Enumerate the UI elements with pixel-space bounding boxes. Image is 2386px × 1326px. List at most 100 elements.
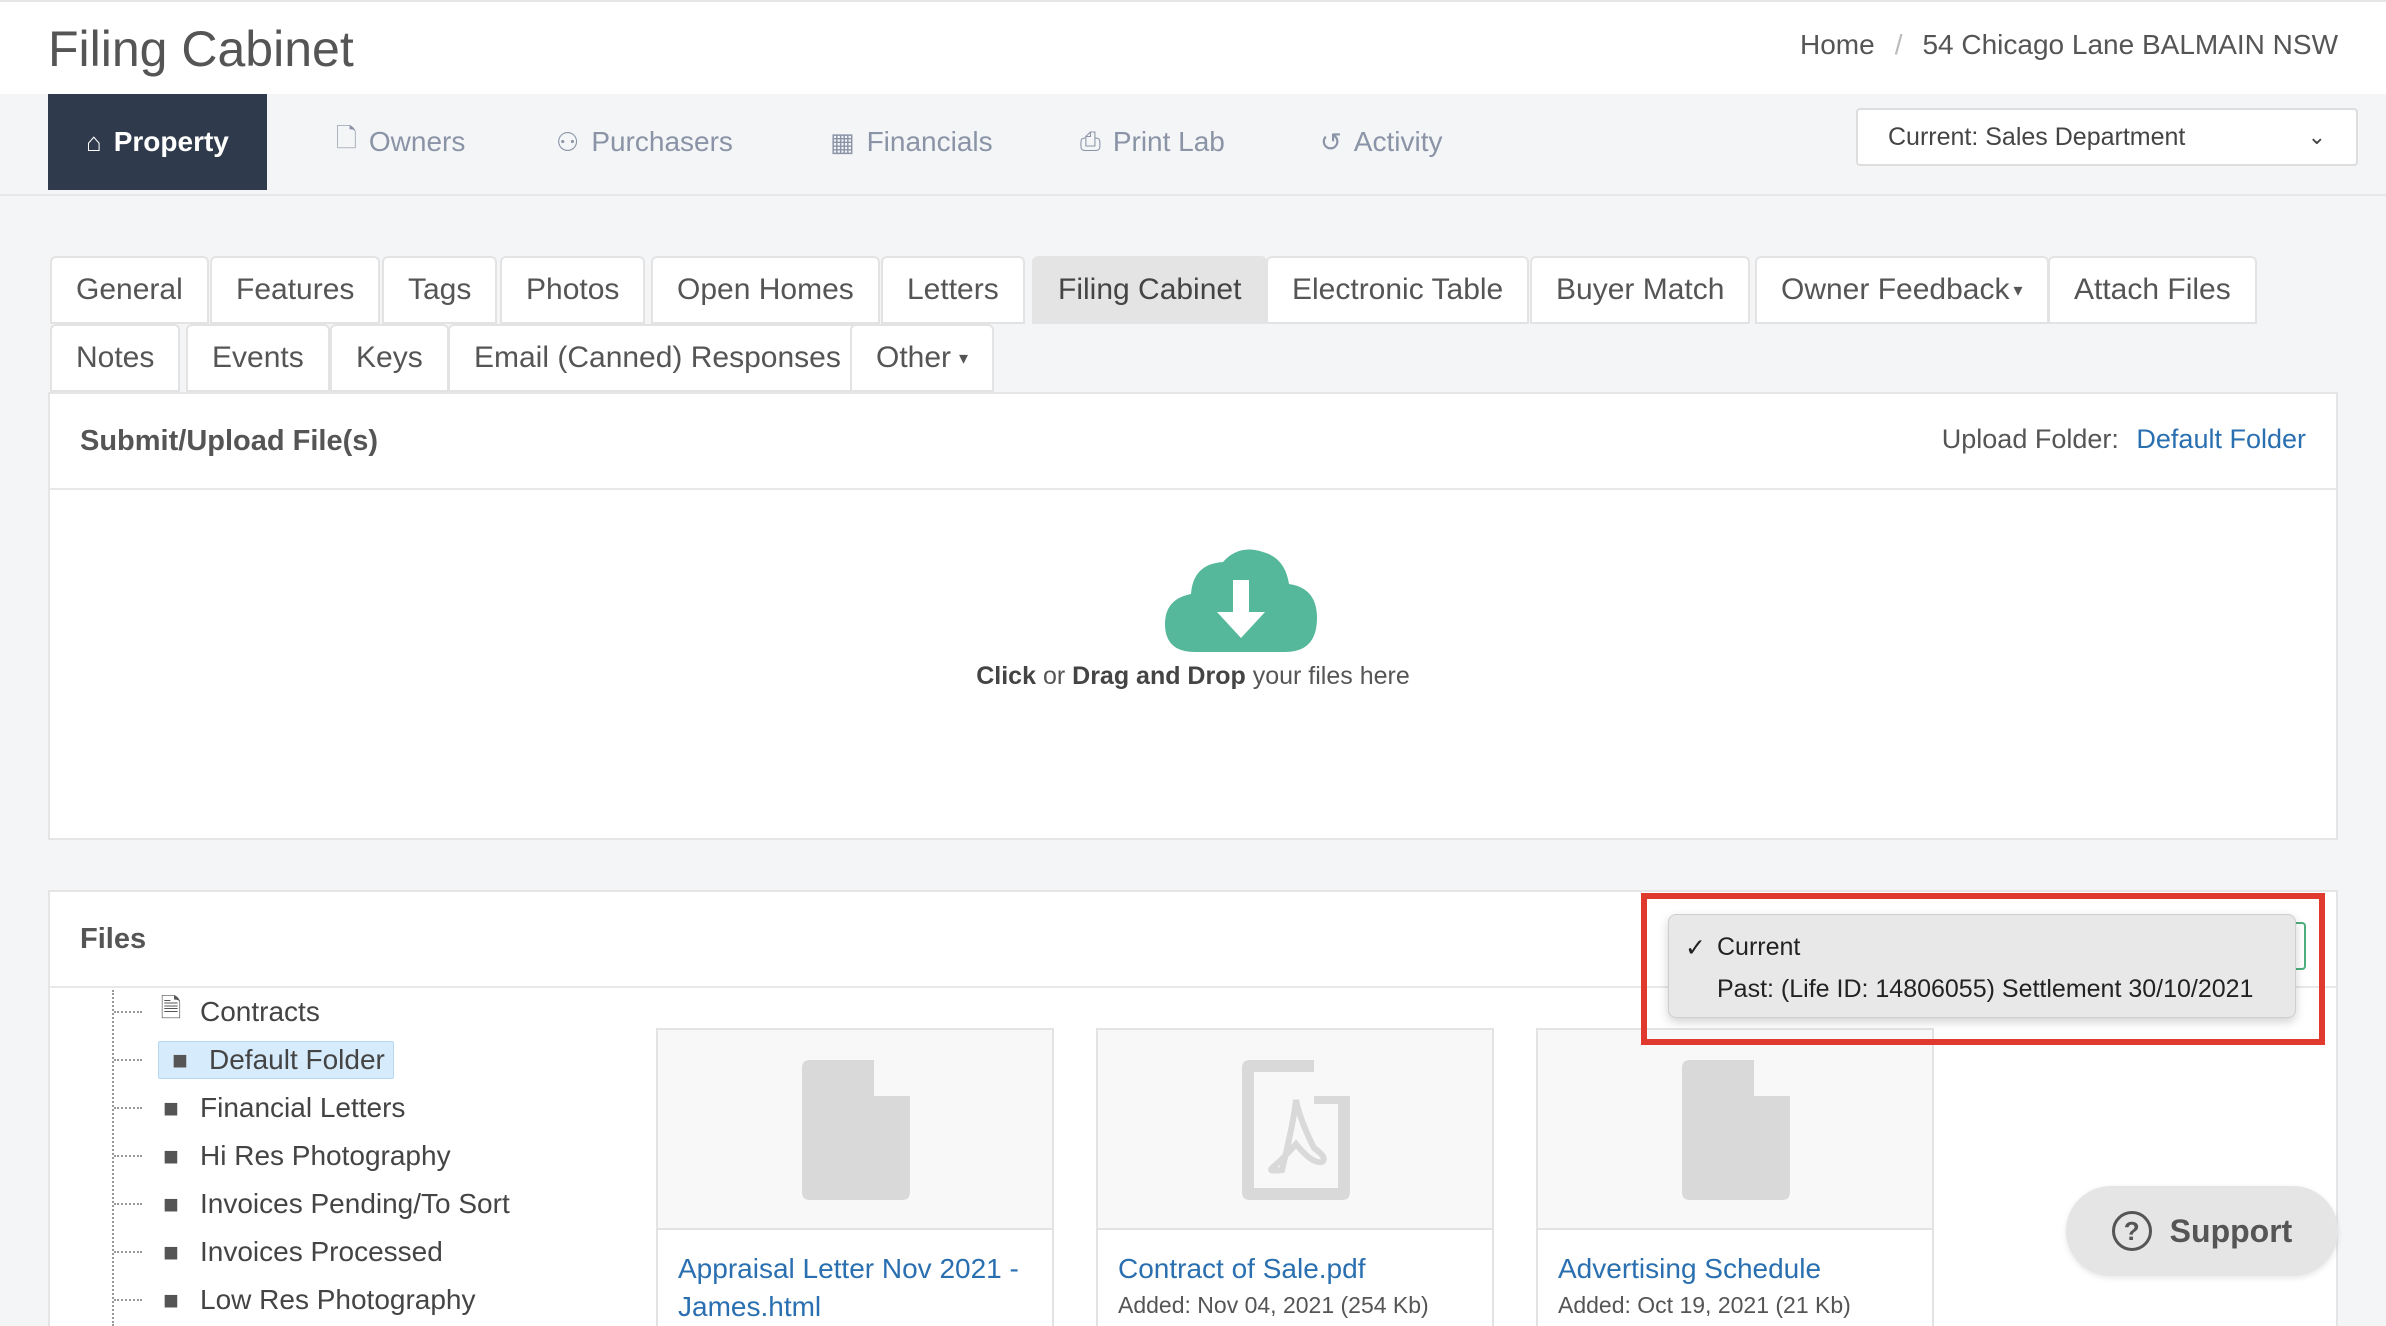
department-select[interactable]: Current: Sales Department ⌄ [1856, 108, 2358, 166]
folder-label: Hi Res Photography [200, 1140, 451, 1171]
tab-purchasers[interactable]: ⚇ Purchasers [556, 94, 733, 190]
subtab-email-responses[interactable]: Email (Canned) Responses [448, 324, 867, 392]
users-icon: ⚇ [556, 126, 580, 157]
folder-icon: ■ [163, 1236, 179, 1267]
file-name-link[interactable]: Appraisal Letter Nov 2021 - James.html [658, 1230, 1052, 1326]
tab-financials[interactable]: ▦ Financials [830, 94, 993, 190]
chevron-down-icon: ⌄ [2307, 124, 2326, 149]
folder-icon: ■ [163, 1140, 179, 1171]
file-meta: Added: Oct 19, 2021 (21 Kb) [1558, 1292, 1851, 1318]
tab-activity[interactable]: ↺ Activity [1320, 94, 1442, 190]
caret-down-icon: ▾ [959, 347, 969, 368]
folder-label: Financial Letters [200, 1092, 406, 1123]
folder-invoices-pending[interactable]: ■ Invoices Pending/To Sort [114, 1182, 510, 1226]
subtab-keys[interactable]: Keys [330, 324, 449, 392]
upload-panel-header: Submit/Upload File(s) Upload Folder: Def… [50, 394, 2336, 490]
support-button-label: Support [2169, 1212, 2293, 1249]
tab-owners-label: Owners [368, 126, 466, 157]
breadcrumb-property[interactable]: 54 Chicago Lane BALMAIN NSW [1922, 29, 2338, 61]
subtab-general[interactable]: General [50, 256, 209, 324]
tab-print-lab[interactable]: ⎙ Print Lab [1080, 94, 1225, 190]
folder-label: Contracts [200, 996, 320, 1027]
folder-invoices-processed[interactable]: ■ Invoices Processed [114, 1230, 443, 1274]
upload-folder-link[interactable]: Default Folder [2136, 424, 2306, 454]
subtab-tags[interactable]: Tags [382, 256, 498, 324]
tab-property-label: Property [113, 126, 229, 157]
tree-connector [114, 1203, 142, 1205]
dropzone-or-text: or [1042, 662, 1066, 690]
folder-label: Default Folder [209, 1044, 385, 1075]
page-title: Filing Cabinet [48, 21, 354, 77]
dropzone-text: Click or Drag and Drop your files here [50, 662, 2336, 691]
folder-icon: ■ [163, 1188, 179, 1219]
tab-owners[interactable]: 🗋 Owners [336, 94, 465, 190]
subtab-filing-cabinet[interactable]: Filing Cabinet [1032, 256, 1268, 324]
tree-connector [114, 1251, 142, 1253]
folder-label: Low Res Photography [200, 1284, 476, 1315]
subtab-open-homes[interactable]: Open Homes [651, 256, 880, 324]
subtab-events[interactable]: Events [186, 324, 330, 392]
breadcrumb-separator: / [1894, 29, 1903, 60]
breadcrumb-home[interactable]: Home [1800, 29, 1875, 61]
help-circle-icon: ? [2111, 1211, 2152, 1251]
subtab-attach-files[interactable]: Attach Files [2048, 256, 2257, 324]
main-nav: ⌂ Property 🗋 Owners ⚇ Purchasers ▦ Finan… [0, 94, 2386, 196]
folder-icon: ■ [172, 1044, 188, 1075]
tab-financials-label: Financials [866, 126, 993, 157]
folder-selected-label: ■ Default Folder [158, 1041, 394, 1079]
subtab-features[interactable]: Features [210, 256, 381, 324]
subtab-notes[interactable]: Notes [50, 324, 181, 392]
folder-icon: ■ [163, 1284, 179, 1315]
printer-icon: ⎙ [1080, 126, 1101, 156]
file-name-link[interactable]: Contract of Sale.pdf [1098, 1230, 1492, 1288]
upload-folder-label: Upload Folder: [1941, 424, 2119, 454]
top-bar: Filing Cabinet Home / 54 Chicago Lane BA… [0, 0, 2386, 94]
subtab-letters[interactable]: Letters [881, 256, 1025, 324]
file-dropzone[interactable]: Click or Drag and Drop your files here [50, 490, 2336, 836]
folder-icon: ■ [163, 1092, 179, 1123]
home-icon: ⌂ [86, 126, 102, 157]
file-icon: 🗋 [336, 123, 357, 153]
subtab-owner-feedback[interactable]: Owner Feedback ▾ [1755, 256, 2049, 324]
tree-connector [114, 1059, 142, 1061]
folder-hi-res-photography[interactable]: ■ Hi Res Photography [114, 1134, 451, 1178]
support-button[interactable]: ? Support [2066, 1186, 2338, 1276]
subtab-photos[interactable]: Photos [500, 256, 646, 324]
subtab-buyer-match[interactable]: Buyer Match [1530, 256, 1751, 324]
folder-contracts[interactable]: 🗎 Contracts [114, 990, 320, 1034]
tab-print-lab-label: Print Lab [1112, 126, 1225, 157]
folder-label: Invoices Processed [200, 1236, 443, 1267]
document-icon [1682, 1060, 1790, 1200]
subtab-other[interactable]: Other ▾ [850, 324, 995, 392]
breadcrumb: Home / 54 Chicago Lane BALMAIN NSW [1800, 29, 2338, 61]
caret-down-icon: ▾ [2013, 279, 2023, 300]
folder-low-res-photography[interactable]: ■ Low Res Photography [114, 1278, 476, 1322]
tree-connector [114, 1155, 142, 1157]
document-icon [802, 1060, 910, 1200]
pdf-icon [1242, 1060, 1350, 1200]
history-icon: ↺ [1320, 126, 1342, 157]
subtab-other-label: Other [876, 341, 952, 374]
subtab-owner-feedback-label: Owner Feedback [1781, 273, 2010, 306]
tree-connector [114, 1299, 142, 1301]
contract-file-icon: 🗎 [160, 993, 182, 1023]
dropzone-click-text: Click [976, 662, 1036, 690]
file-name-link[interactable]: Advertising Schedule [1538, 1230, 1932, 1288]
files-panel-title: Files [80, 922, 147, 955]
file-card[interactable]: Contract of Sale.pdf Added: Nov 04, 2021… [1096, 1028, 1494, 1326]
subtab-electronic-table[interactable]: Electronic Table [1266, 256, 1530, 324]
department-select-value: Current: Sales Department [1888, 122, 2186, 151]
file-thumbnail [1538, 1030, 1932, 1230]
upload-panel: Submit/Upload File(s) Upload Folder: Def… [48, 392, 2338, 840]
cloud-download-icon [1165, 549, 1317, 652]
tab-property[interactable]: ⌂ Property [48, 94, 267, 190]
folder-label: Invoices Pending/To Sort [200, 1188, 510, 1219]
upload-folder: Upload Folder: Default Folder [1942, 424, 2306, 455]
folder-default[interactable]: ■ Default Folder [114, 1038, 394, 1082]
annotation-highlight-box [1641, 893, 2325, 1045]
file-card[interactable]: Appraisal Letter Nov 2021 - James.html [656, 1028, 1054, 1326]
tree-connector [114, 1107, 142, 1109]
folder-financial-letters[interactable]: ■ Financial Letters [114, 1086, 405, 1130]
file-thumbnail [658, 1030, 1052, 1230]
file-card[interactable]: Advertising Schedule Added: Oct 19, 2021… [1536, 1028, 1934, 1326]
